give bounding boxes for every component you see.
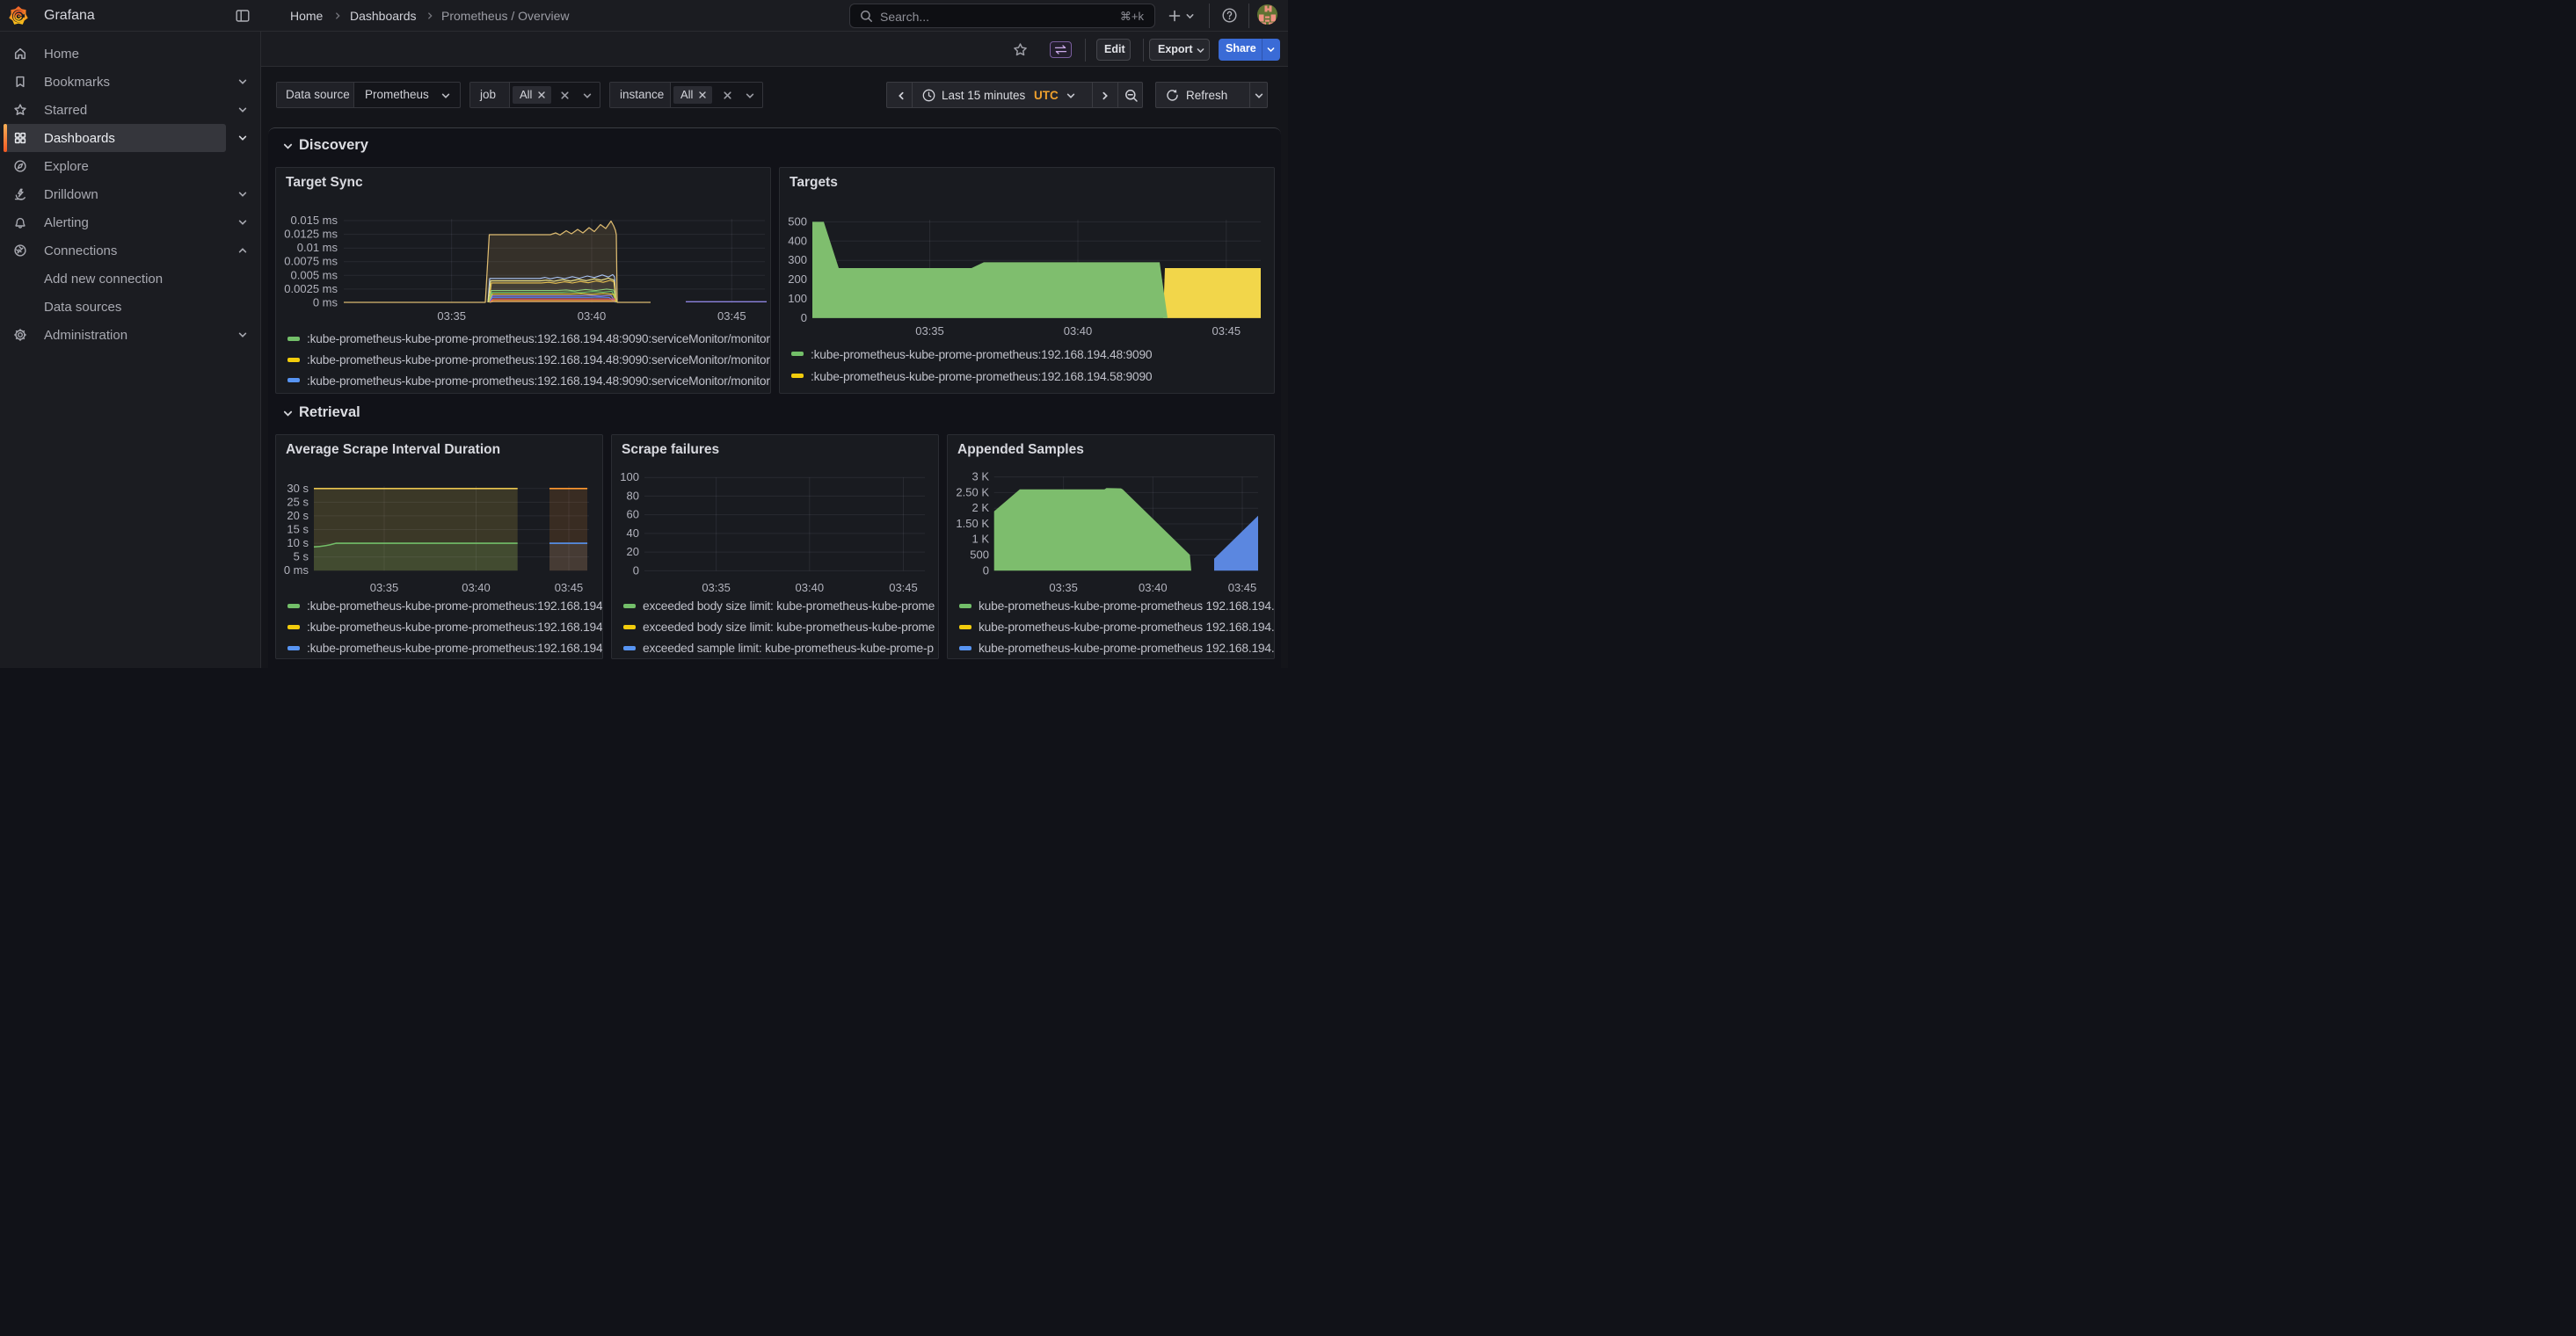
svg-text:03:35: 03:35 <box>437 309 466 323</box>
svg-text:0.01 ms: 0.01 ms <box>297 241 338 254</box>
svg-text:03:40: 03:40 <box>1139 581 1168 594</box>
svg-text:03:45: 03:45 <box>555 581 584 594</box>
svg-text:0: 0 <box>983 563 989 577</box>
svg-text:20: 20 <box>627 545 639 558</box>
svg-text:20 s: 20 s <box>287 509 309 522</box>
svg-text:500: 500 <box>970 548 989 562</box>
svg-text:0: 0 <box>633 563 639 577</box>
svg-text:3 K: 3 K <box>971 470 989 483</box>
svg-text:0.0025 ms: 0.0025 ms <box>284 282 338 295</box>
svg-text:25 s: 25 s <box>287 495 309 508</box>
svg-text:0.0075 ms: 0.0075 ms <box>284 255 338 268</box>
svg-text:80: 80 <box>627 489 639 502</box>
svg-text:0 ms: 0 ms <box>284 563 309 577</box>
svg-text:2.50 K: 2.50 K <box>956 485 989 498</box>
svg-text:03:45: 03:45 <box>717 309 746 323</box>
svg-text:03:35: 03:35 <box>370 581 399 594</box>
svg-text:03:35: 03:35 <box>702 581 731 594</box>
svg-text:300: 300 <box>788 253 807 266</box>
svg-text:1.50 K: 1.50 K <box>956 517 989 530</box>
svg-text:2 K: 2 K <box>971 501 989 514</box>
svg-text:03:40: 03:40 <box>1064 324 1093 338</box>
svg-text:03:40: 03:40 <box>462 581 491 594</box>
svg-text:1 K: 1 K <box>971 533 989 546</box>
svg-text:200: 200 <box>788 272 807 286</box>
svg-text:10 s: 10 s <box>287 536 309 549</box>
svg-text:03:40: 03:40 <box>796 581 825 594</box>
svg-text:100: 100 <box>620 470 639 483</box>
svg-text:400: 400 <box>788 234 807 247</box>
svg-text:0.015 ms: 0.015 ms <box>291 214 338 227</box>
svg-text:5 s: 5 s <box>294 550 309 563</box>
svg-text:0 ms: 0 ms <box>313 296 338 309</box>
svg-text:03:45: 03:45 <box>1228 581 1257 594</box>
svg-text:100: 100 <box>788 292 807 305</box>
svg-text:0: 0 <box>801 311 807 324</box>
svg-text:30 s: 30 s <box>287 482 309 495</box>
svg-text:0.0125 ms: 0.0125 ms <box>284 228 338 241</box>
svg-text:03:45: 03:45 <box>1212 324 1241 338</box>
svg-text:03:35: 03:35 <box>915 324 944 338</box>
svg-text:03:35: 03:35 <box>1049 581 1078 594</box>
svg-text:40: 40 <box>627 526 639 540</box>
svg-text:500: 500 <box>788 214 807 228</box>
svg-text:60: 60 <box>627 508 639 521</box>
svg-text:15 s: 15 s <box>287 523 309 536</box>
svg-text:03:40: 03:40 <box>578 309 607 323</box>
svg-text:0.005 ms: 0.005 ms <box>291 268 338 281</box>
svg-text:03:45: 03:45 <box>889 581 918 594</box>
